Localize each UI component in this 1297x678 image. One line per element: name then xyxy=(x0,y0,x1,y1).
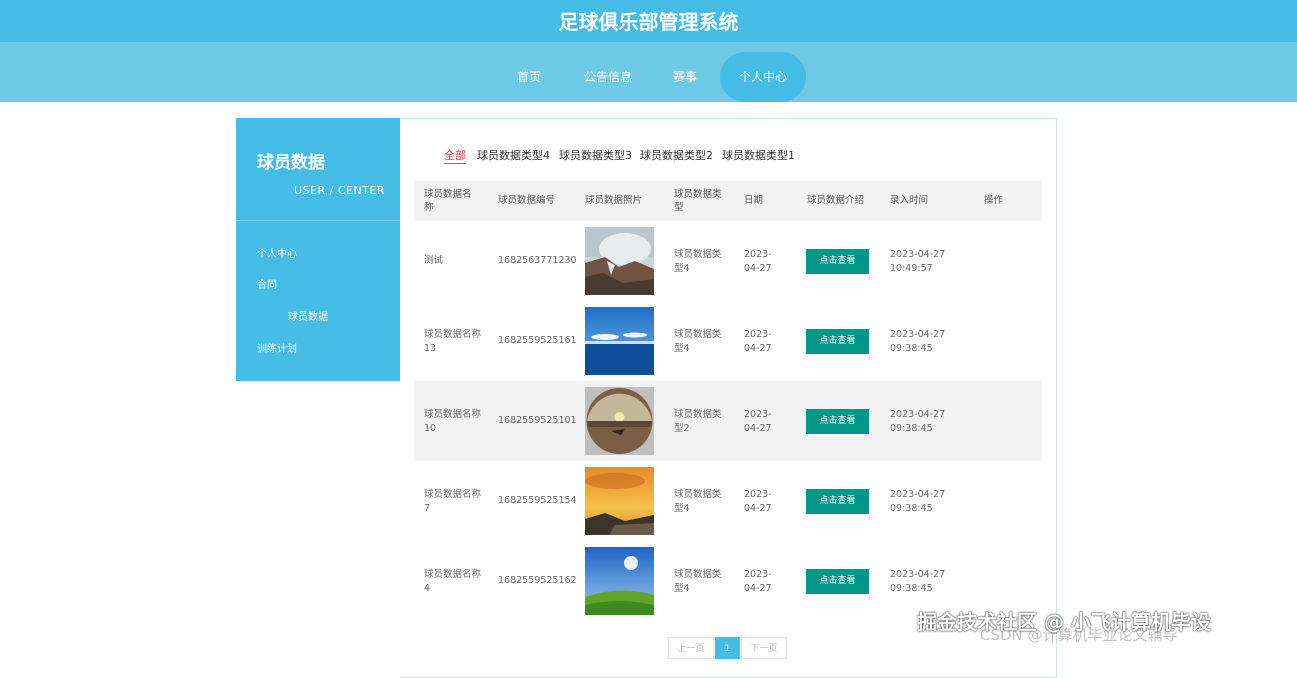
view-intro-button[interactable]: 点击查看 xyxy=(806,569,869,594)
sidebar: 球员数据 USER / CENTER 个人中心 合同 球员数据 训练计划 xyxy=(236,118,400,381)
cell-date: 2023-04-27 xyxy=(744,249,772,274)
view-intro-button[interactable]: 点击查看 xyxy=(806,409,869,434)
cell-name: 球员数据名称7 xyxy=(424,489,482,514)
header-actions: 操作 xyxy=(984,195,1004,206)
cell-date: 2023-04-27 xyxy=(744,489,772,514)
table-row: 测试 1682563771230 球员数据类型4 2023-04-27 点击查看… xyxy=(414,221,1042,301)
content-panel: 全部 球员数据类型4 球员数据类型3 球员数据类型2 球员数据类型1 球员数据名… xyxy=(400,118,1057,678)
prev-page-button[interactable]: 上一页 xyxy=(668,637,714,659)
ocean-sky-photo xyxy=(585,307,654,375)
sidebar-subtitle: USER / CENTER xyxy=(294,184,385,197)
header-photo: 球员数据照片 xyxy=(585,195,643,206)
cell-created: 2023-04-27 10:49:57 xyxy=(890,249,946,274)
view-intro-button[interactable]: 点击查看 xyxy=(806,489,869,514)
main-nav: 首页 公告信息 赛事 个人中心 xyxy=(0,42,1297,102)
tab-all-label: 全部 xyxy=(444,149,466,162)
site-title: 足球俱乐部管理系统 xyxy=(558,10,739,34)
cell-created: 2023-04-27 09:38:45 xyxy=(890,329,946,354)
cell-name: 球员数据名称10 xyxy=(424,409,482,434)
sidebar-item-player-data[interactable]: 球员数据 xyxy=(288,308,328,323)
table-row: 球员数据名称10 1682559525101 球员数据类型2 2023-04-2… xyxy=(414,381,1042,461)
nav-matches[interactable]: 赛事 xyxy=(663,52,707,102)
table-row: 球员数据名称13 1682559525161 球员数据类型4 2023-04-2… xyxy=(414,301,1042,381)
sidebar-divider xyxy=(236,220,400,221)
tab-type-2[interactable]: 球员数据类型2 xyxy=(640,147,713,163)
view-intro-button[interactable]: 点击查看 xyxy=(806,329,869,354)
view-intro-button[interactable]: 点击查看 xyxy=(806,249,869,274)
cell-code: 1682559525162 xyxy=(498,575,577,586)
header-intro: 球员数据介绍 xyxy=(807,195,865,206)
header-code: 球员数据编号 xyxy=(498,195,556,206)
tab-type-4[interactable]: 球员数据类型4 xyxy=(477,147,550,163)
tab-all[interactable]: 全部 xyxy=(444,147,466,164)
header-created: 录入时间 xyxy=(890,195,929,206)
sea-rocks-photo xyxy=(585,227,654,295)
cell-date: 2023-04-27 xyxy=(744,329,772,354)
cell-type: 球员数据类型4 xyxy=(674,329,722,354)
table-row: 球员数据名称7 1682559525154 球员数据类型4 2023-04-27… xyxy=(414,461,1042,541)
golden-sunset-photo xyxy=(585,467,654,535)
next-page-button[interactable]: 下一页 xyxy=(741,637,787,659)
tab-type-3[interactable]: 球员数据类型3 xyxy=(559,147,632,163)
sidebar-item-contract[interactable]: 合同 xyxy=(257,276,277,291)
cell-created: 2023-04-27 09:38:45 xyxy=(890,409,946,434)
cell-type: 球员数据类型4 xyxy=(674,569,722,594)
nav-home[interactable]: 首页 xyxy=(507,52,551,102)
top-header-bar: 足球俱乐部管理系统 xyxy=(0,0,1297,42)
cell-code: 1682563771230 xyxy=(498,255,577,266)
sunset-globe-photo xyxy=(585,387,654,455)
tab-active-underline xyxy=(444,163,466,164)
nav-personal-center[interactable]: 个人中心 xyxy=(720,52,806,102)
cell-code: 1682559525101 xyxy=(498,415,577,426)
tab-type-1[interactable]: 球员数据类型1 xyxy=(722,147,795,163)
header-date: 日期 xyxy=(744,195,764,206)
header-type: 球员数据类型 xyxy=(674,189,722,213)
cell-code: 1682559525154 xyxy=(498,495,577,506)
cell-name: 球员数据名称4 xyxy=(424,569,482,594)
sidebar-title: 球员数据 xyxy=(257,153,325,173)
cell-created: 2023-04-27 09:38:45 xyxy=(890,569,946,594)
cell-created: 2023-04-27 09:38:45 xyxy=(890,489,946,514)
sidebar-item-training-plan[interactable]: 训练计划 xyxy=(257,340,297,355)
cell-name: 球员数据名称13 xyxy=(424,329,482,354)
juejin-watermark: 掘金技术社区 @ 小飞计算机毕设 xyxy=(917,610,1211,634)
table-header: 球员数据名称 球员数据编号 球员数据照片 球员数据类型 日期 球员数据介绍 录入… xyxy=(414,181,1042,221)
green-field-photo xyxy=(585,547,654,615)
nav-announcements[interactable]: 公告信息 xyxy=(580,52,636,102)
cell-type: 球员数据类型2 xyxy=(674,409,722,434)
header-name: 球员数据名称 xyxy=(424,189,472,213)
cell-date: 2023-04-27 xyxy=(744,569,772,594)
cell-type: 球员数据类型4 xyxy=(674,489,722,514)
cell-type: 球员数据类型4 xyxy=(674,249,722,274)
cell-name: 测试 xyxy=(424,255,444,266)
sidebar-item-personal-center[interactable]: 个人中心 xyxy=(257,245,297,260)
cell-date: 2023-04-27 xyxy=(744,409,772,434)
page-1-button[interactable]: 1 xyxy=(715,637,740,659)
cell-code: 1682559525161 xyxy=(498,335,577,346)
